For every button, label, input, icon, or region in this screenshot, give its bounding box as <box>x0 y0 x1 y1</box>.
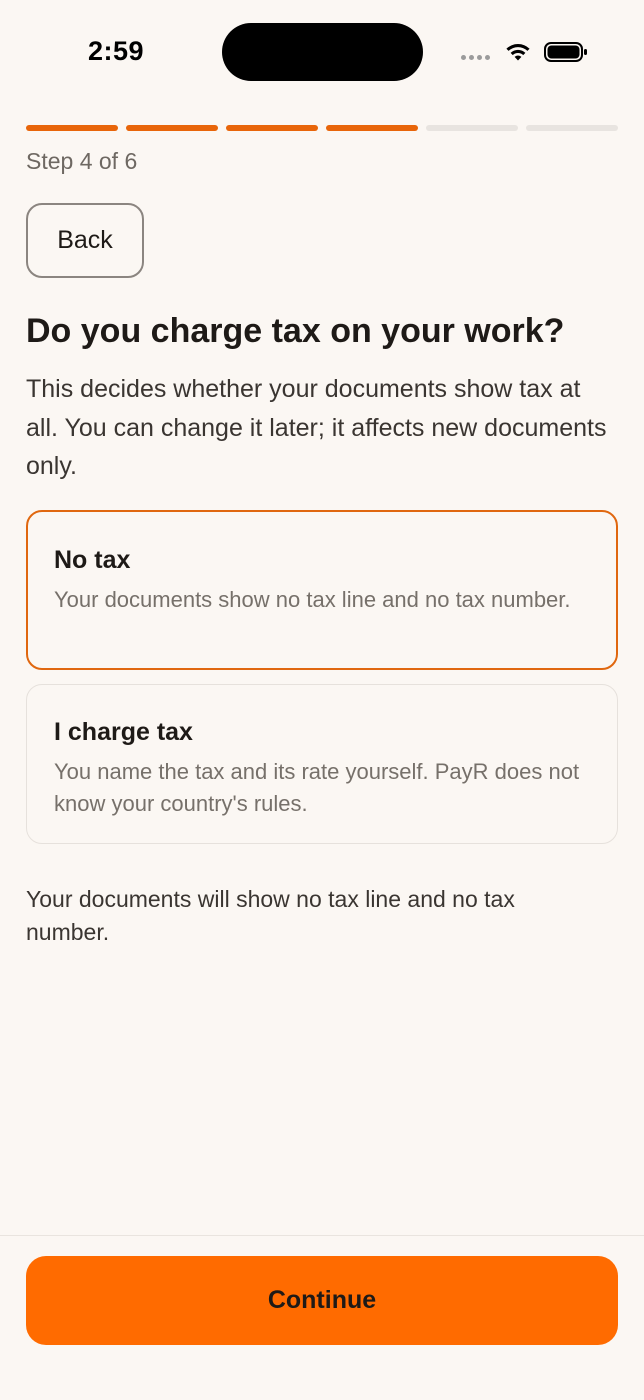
step-counter: Step 4 of 6 <box>26 148 138 174</box>
option-description: You name the tax and its rate yourself. … <box>54 759 580 816</box>
battery-icon <box>544 42 587 62</box>
page-description: This decides whether your documents show… <box>26 375 607 480</box>
progress-segment-complete <box>226 125 318 131</box>
back-button[interactable]: Back <box>26 203 144 278</box>
option-description: Your documents show no tax line and no t… <box>54 587 571 612</box>
cellular-signal-icon <box>461 55 493 61</box>
progress-segment-complete <box>26 125 118 131</box>
option-charge-tax[interactable]: I charge tax You name the tax and its ra… <box>26 684 618 844</box>
selection-summary: Your documents will show no tax line and… <box>26 886 515 945</box>
option-no-tax[interactable]: No tax Your documents show no tax line a… <box>26 510 618 670</box>
progress-segment-complete <box>126 125 218 131</box>
progress-segment-complete <box>326 125 418 131</box>
option-title: No tax <box>54 546 131 574</box>
status-time: 2:59 <box>88 36 145 66</box>
page-title: Do you charge tax on your work? <box>26 312 565 350</box>
onboarding-screen: 2:59 Step 4 of 6 Back Do you charge tax … <box>0 0 644 1400</box>
continue-button[interactable]: Continue <box>26 1256 618 1345</box>
progress-segment-pending <box>426 125 518 131</box>
step-progress-bar <box>26 125 618 131</box>
option-title: I charge tax <box>54 718 193 746</box>
wifi-icon <box>506 43 530 61</box>
dynamic-island <box>222 23 423 81</box>
progress-segment-pending <box>526 125 618 131</box>
